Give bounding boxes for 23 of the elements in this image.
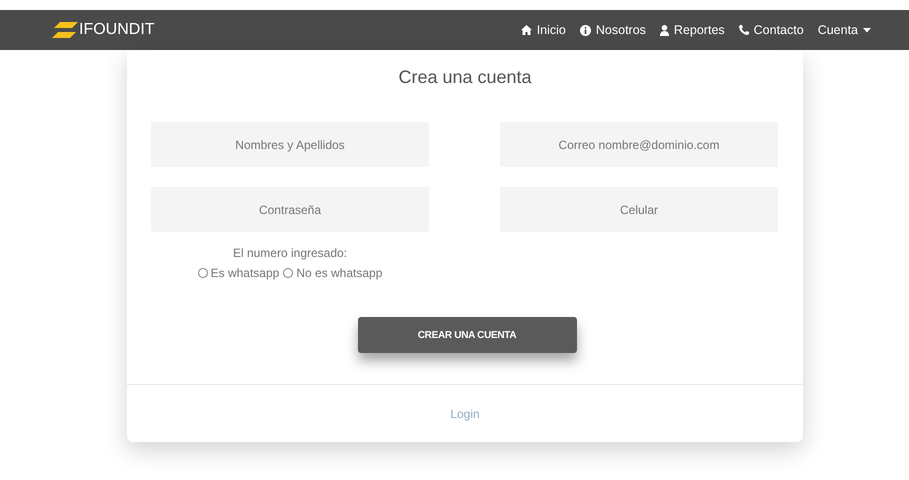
nav-link[interactable]: Reportes: [660, 23, 725, 37]
user-icon: [660, 24, 669, 36]
form-title: Crea una cuenta: [397, 66, 533, 89]
home-icon: [520, 25, 532, 35]
nav-link[interactable]: Contacto: [738, 23, 804, 37]
input-field[interactable]: Celular: [500, 187, 778, 232]
radio-option[interactable]: Es whatsapp: [198, 266, 280, 280]
caret-icon: [863, 28, 871, 32]
radio-button[interactable]: [283, 268, 294, 278]
nav-link[interactable]: Nosotros: [580, 23, 646, 37]
nav-link[interactable]: Cuenta: [818, 23, 871, 37]
input-field[interactable]: Nombres y Apellidos: [151, 122, 429, 167]
whatsapp-question: El numero ingresado:: [232, 246, 348, 260]
input-field[interactable]: Contraseña: [151, 187, 429, 232]
bolt-logo-icon: [50, 20, 80, 40]
brand-name[interactable]: IFOUNDIT: [79, 21, 155, 39]
input-field[interactable]: Correo nombre@dominio.com: [500, 122, 778, 167]
create-account-button[interactable]: CREAR UNA CUENTA: [358, 317, 576, 353]
radio-button[interactable]: [198, 268, 208, 278]
radio-option[interactable]: No es whatsapp: [283, 266, 382, 280]
phone-icon: [738, 25, 749, 35]
info-icon: [580, 24, 591, 36]
nav-link[interactable]: Inicio: [520, 23, 566, 37]
